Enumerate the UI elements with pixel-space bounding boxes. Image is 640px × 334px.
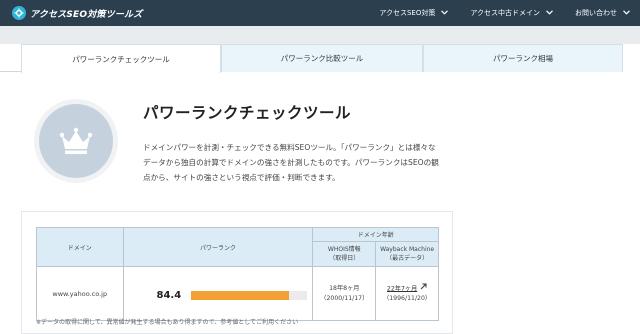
table-row: www.yahoo.co.jp 84.4 18年8ヶ月 （2000/11/17）… [36,266,439,321]
header-power-rank: パワーランク [122,227,314,267]
external-link-icon[interactable] [420,283,427,294]
power-rank-score: 84.4 [156,289,182,301]
crown-icon [39,104,113,178]
tab-power-rank-check[interactable]: パワーランクチェックツール [21,44,221,73]
nav-item-access-seo[interactable]: アクセスSEO対策 [379,8,449,18]
main-nav: アクセスSEO対策 アクセス中古ドメイン お問い合わせ [357,0,630,26]
chevron-down-icon [441,9,449,17]
nav-item-label: お問い合わせ [575,9,617,17]
header-wayback: Wayback Machine （最古データ） [375,241,439,267]
page-title: パワーランクチェックツール [143,104,352,122]
header-whois-title: WHOIS情報 [327,246,361,253]
header-whois: WHOIS情報 （取得日） [312,241,377,267]
whois-age: 18年8ヶ月 [329,284,360,292]
gear-badge-icon [12,6,26,20]
header-wayback-sub: （最古データ） [386,255,429,262]
top-navbar: アクセスSEO対策ツールズ アクセスSEO対策 アクセス中古ドメイン お問い合わ… [0,0,640,26]
result-table: ドメイン パワーランク ドメイン年齢 WHOIS情報 （取得日） Wayback… [36,227,439,321]
tab-power-rank-compare[interactable]: パワーランク比較ツール [221,44,423,72]
whois-age-cell: 18年8ヶ月 （2000/11/17） [312,266,377,321]
nav-item-label: アクセス中古ドメイン [470,9,540,17]
site-logo[interactable]: アクセスSEO対策ツールズ [12,6,142,20]
tool-description: ドメインパワーを計測・チェックできる無料SEOツール。「パワーランク」とは様々な… [143,143,439,182]
hero-icon-badge [34,99,118,183]
chevron-down-icon [546,9,553,17]
header-wayback-title: Wayback Machine [380,246,435,253]
power-rank-cell: 84.4 [122,266,314,321]
tab-power-rank-market[interactable]: パワーランク相場 [423,44,623,72]
header-domain-age: ドメイン年齢 [312,227,439,242]
power-rank-display: 84.4 [124,287,313,301]
whois-date: （2000/11/17） [320,294,369,302]
nav-item-contact[interactable]: お問い合わせ [575,8,630,18]
disclaimer-note: ※データの取得に関して、異常値が発生する場合もあり得ますので、参考値としてご利用… [36,319,299,326]
header-whois-sub: （取得日） [329,255,360,262]
header-domain: ドメイン [36,227,124,267]
wayback-date: （1996/11/20） [383,295,432,303]
power-rank-bar-track [191,290,308,300]
tool-tabs: パワーランクチェックツール パワーランク比較ツール パワーランク相場 [0,44,640,73]
tabs-spacer [623,44,640,72]
domain-cell: www.yahoo.co.jp [36,266,124,321]
site-logo-text: アクセスSEO対策ツールズ [30,9,143,20]
wayback-link[interactable]: 22年7ヶ月 [387,285,417,292]
wayback-age-cell: 22年7ヶ月 （1996/11/20） [375,266,439,321]
power-rank-bar [191,290,290,300]
nav-item-label: アクセスSEO対策 [379,9,436,17]
chevron-down-icon [623,9,630,17]
nav-item-used-domain[interactable]: アクセス中古ドメイン [470,8,553,18]
